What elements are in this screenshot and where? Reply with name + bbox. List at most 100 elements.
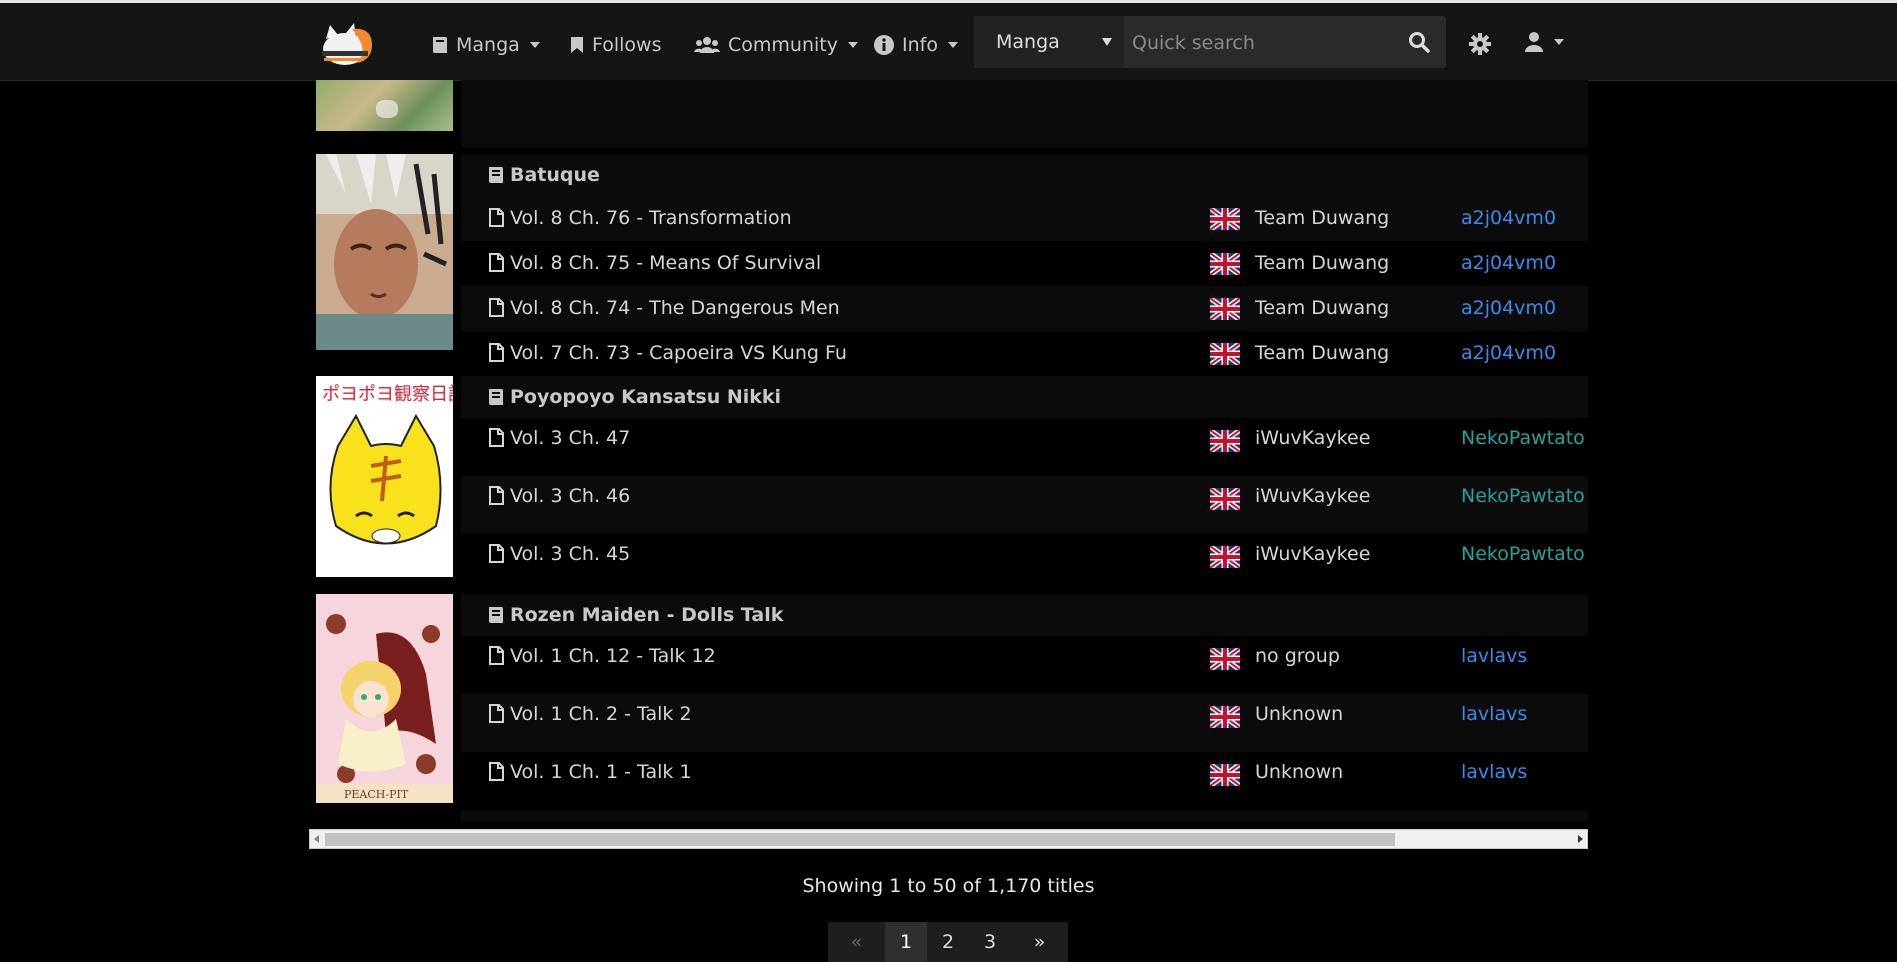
manga-title-link[interactable]: Rozen Maiden - Dolls Talk [510,604,783,626]
book-icon [433,37,447,53]
uk-flag-icon [1210,764,1240,786]
pagination-page-2[interactable]: 2 [927,922,969,962]
manga-title-row: Rozen Maiden - Dolls Talk [461,594,1588,636]
uploader-link[interactable]: lavlavs [1461,761,1527,783]
chapter-title-link[interactable]: Vol. 8 Ch. 76 - Transformation [510,207,792,229]
users-icon [694,37,720,53]
chevron-down-icon [847,42,858,48]
navbar: Manga Follows Community Info Manga [0,3,1897,81]
results-count-text: Showing 1 to 50 of 1,170 titles [802,875,1095,897]
book-icon [489,389,503,405]
uploader-link[interactable]: NekoPawtato [1461,485,1585,507]
scrollbar-thumb[interactable] [325,833,1395,846]
chapter-row: Vol. 3 Ch. 45 iWuvKaykee NekoPawtato [461,534,1588,592]
chapter-title-link[interactable]: Vol. 1 Ch. 1 - Talk 1 [510,761,692,783]
previous-manga-panel [461,80,1588,147]
chevron-down-icon [947,42,958,48]
uploader-link[interactable]: lavlavs [1461,703,1527,725]
chapter-title-link[interactable]: Vol. 3 Ch. 45 [510,543,630,565]
chapter-row: Vol. 1 Ch. 1 - Talk 1 Unknown lavlavs [461,752,1588,810]
file-icon [489,428,504,447]
user-menu-dropdown[interactable] [1524,31,1564,53]
nav-follows-link[interactable]: Follows [570,30,662,60]
file-icon [489,486,504,505]
scanlation-group-link[interactable]: iWuvKaykee [1255,543,1370,565]
bookmark-icon [571,37,583,53]
pagination-first-button[interactable]: « [828,922,885,962]
site-logo-cat-icon[interactable] [316,19,378,71]
uk-flag-icon [1210,546,1240,568]
file-icon [489,253,504,272]
book-icon [489,167,503,183]
pagination: « 1 2 3 » [828,922,1068,962]
manga-title-link[interactable]: Batuque [510,164,600,186]
chapter-row: Vol. 1 Ch. 2 - Talk 2 Unknown lavlavs [461,694,1588,752]
file-icon [489,343,504,362]
svg-text:PEACH-PIT: PEACH-PIT [344,788,409,801]
uk-flag-icon [1210,208,1240,230]
manga-title-row: Batuque [461,154,1588,196]
pagination-page-3[interactable]: 3 [969,922,1011,962]
chapter-title-link[interactable]: Vol. 1 Ch. 2 - Talk 2 [510,703,692,725]
previous-manga-cover[interactable] [316,80,453,131]
search-icon[interactable] [1408,31,1430,53]
uk-flag-icon [1210,430,1240,452]
uploader-link[interactable]: NekoPawtato [1461,427,1585,449]
chapter-title-link[interactable]: Vol. 8 Ch. 74 - The Dangerous Men [510,297,840,319]
file-icon [489,544,504,563]
chevron-down-icon [529,42,540,48]
file-icon [489,704,504,723]
chapter-row: Vol. 7 Ch. 73 - Capoeira VS Kung Fu Team… [461,331,1588,376]
chapter-title-link[interactable]: Vol. 8 Ch. 75 - Means Of Survival [510,252,821,274]
scroll-left-arrow-icon[interactable] [314,835,319,843]
scanlation-group-link[interactable]: Team Duwang [1255,297,1389,319]
chapter-row: Vol. 8 Ch. 74 - The Dangerous Men Team D… [461,286,1588,331]
nav-manga-dropdown[interactable]: Manga [432,30,540,60]
nav-info-dropdown[interactable]: Info [874,30,958,60]
chapter-row: Vol. 3 Ch. 46 iWuvKaykee NekoPawtato [461,476,1588,534]
settings-gear-icon[interactable] [1468,32,1492,56]
chapter-title-link[interactable]: Vol. 7 Ch. 73 - Capoeira VS Kung Fu [510,342,847,364]
file-icon [489,762,504,781]
manga-cover-poyopoyo[interactable]: ポヨポヨ観察日記 [316,376,453,577]
uploader-link[interactable]: a2j04vm0 [1461,342,1556,364]
uk-flag-icon [1210,343,1240,365]
manga-cover-batuque[interactable] [316,154,453,350]
chapter-title-link[interactable]: Vol. 3 Ch. 46 [510,485,630,507]
manga-cover-rozen-maiden[interactable]: PEACH-PIT [316,594,453,803]
manga-title-link[interactable]: Poyopoyo Kansatsu Nikki [510,386,781,408]
nav-community-dropdown[interactable]: Community [694,30,858,60]
search-type-value: Manga [996,31,1060,53]
uploader-link[interactable]: a2j04vm0 [1461,207,1556,229]
file-icon [489,208,504,227]
manga-title-row: Poyopoyo Kansatsu Nikki [461,376,1588,418]
uploader-link[interactable]: NekoPawtato [1461,543,1585,565]
uk-flag-icon [1210,706,1240,728]
search-type-select[interactable]: Manga [974,16,1124,68]
uk-flag-icon [1210,253,1240,275]
user-icon [1525,32,1543,52]
scroll-right-arrow-icon[interactable] [1578,835,1583,843]
uploader-link[interactable]: a2j04vm0 [1461,252,1556,274]
scanlation-group-link[interactable]: Team Duwang [1255,342,1389,364]
chapter-row: Vol. 8 Ch. 76 - Transformation Team Duwa… [461,196,1588,241]
scanlation-group-link[interactable]: iWuvKaykee [1255,427,1370,449]
chapter-title-link[interactable]: Vol. 3 Ch. 47 [510,427,630,449]
scanlation-group-link[interactable]: Unknown [1255,761,1343,783]
list-footer-strip [461,810,1588,822]
chapter-title-link[interactable]: Vol. 1 Ch. 12 - Talk 12 [510,645,716,667]
scanlation-group-link[interactable]: no group [1255,645,1340,667]
scanlation-group-link[interactable]: Unknown [1255,703,1343,725]
pagination-page-1[interactable]: 1 [885,922,927,962]
scanlation-group-link[interactable]: iWuvKaykee [1255,485,1370,507]
file-icon [489,298,504,317]
quick-search-input[interactable] [1124,16,1394,70]
horizontal-scrollbar[interactable] [309,829,1588,849]
svg-text:ポヨポヨ観察日記: ポヨポヨ観察日記 [322,384,453,405]
scanlation-group-link[interactable]: Team Duwang [1255,207,1389,229]
uploader-link[interactable]: a2j04vm0 [1461,297,1556,319]
scanlation-group-link[interactable]: Team Duwang [1255,252,1389,274]
chevron-down-icon [1554,39,1564,45]
uploader-link[interactable]: lavlavs [1461,645,1527,667]
pagination-last-button[interactable]: » [1011,922,1068,962]
